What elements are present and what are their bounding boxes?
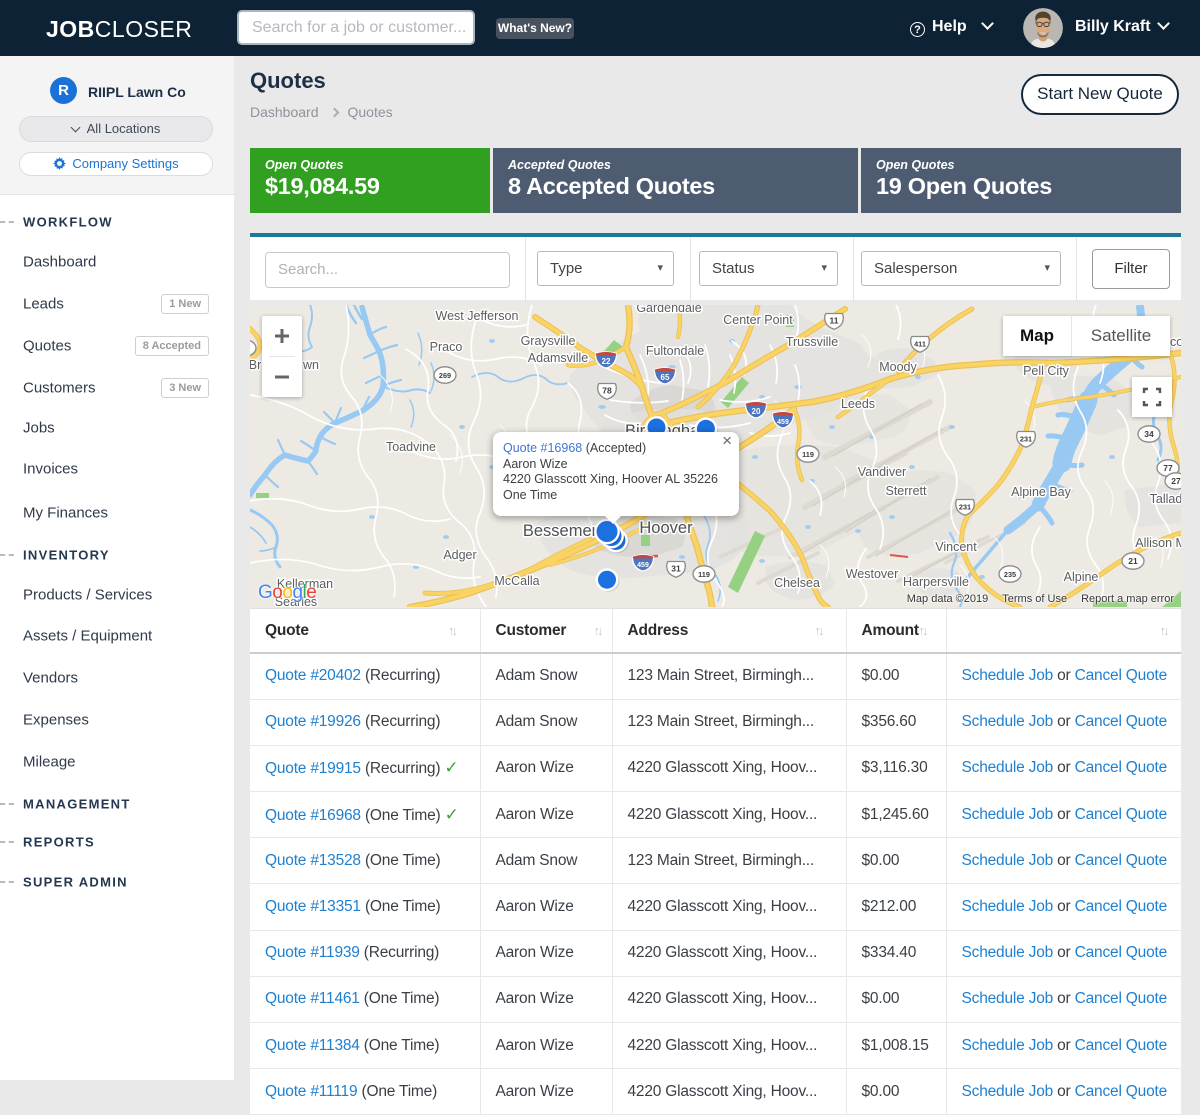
svg-text:Sterrett: Sterrett xyxy=(886,484,928,498)
svg-text:McCalla: McCalla xyxy=(494,574,539,588)
svg-text:Chelsea: Chelsea xyxy=(774,576,820,590)
svg-text:119: 119 xyxy=(802,450,814,459)
svg-text:Graysville: Graysville xyxy=(521,334,576,348)
svg-text:231: 231 xyxy=(1020,434,1032,443)
svg-text:22: 22 xyxy=(602,357,611,366)
svg-text:34: 34 xyxy=(1144,429,1154,439)
svg-text:411: 411 xyxy=(914,339,926,348)
svg-text:Adger: Adger xyxy=(443,548,476,562)
svg-text:Toadvine: Toadvine xyxy=(386,440,436,454)
svg-text:Alpine Bay: Alpine Bay xyxy=(1011,485,1072,499)
svg-text:Harpersville: Harpersville xyxy=(903,575,969,589)
svg-text:459: 459 xyxy=(637,562,649,569)
svg-text:Alpine: Alpine xyxy=(1064,570,1099,584)
svg-text:21: 21 xyxy=(1128,556,1138,566)
svg-text:Hoover: Hoover xyxy=(639,519,693,537)
svg-text:Pell City: Pell City xyxy=(1023,364,1070,378)
svg-text:77: 77 xyxy=(1163,463,1173,473)
svg-text:27: 27 xyxy=(1171,476,1181,486)
svg-text:Tallad: Tallad xyxy=(1150,492,1181,506)
svg-text:Trussville: Trussville xyxy=(786,335,838,349)
svg-text:Praco: Praco xyxy=(430,340,463,354)
svg-text:Gardendale: Gardendale xyxy=(636,305,701,315)
svg-text:459: 459 xyxy=(777,419,789,426)
svg-text:Westover: Westover xyxy=(846,567,899,581)
svg-text:235: 235 xyxy=(1004,570,1016,579)
svg-text:Center Point: Center Point xyxy=(723,313,793,327)
svg-text:wn: wn xyxy=(302,358,319,372)
svg-text:78: 78 xyxy=(602,385,612,395)
svg-text:Leeds: Leeds xyxy=(841,397,875,411)
svg-text:119: 119 xyxy=(698,570,710,579)
svg-text:231: 231 xyxy=(959,502,971,511)
svg-text:Vincent: Vincent xyxy=(935,540,977,554)
svg-text:65: 65 xyxy=(661,373,670,382)
svg-text:Moody: Moody xyxy=(879,360,917,374)
svg-text:Adamsville: Adamsville xyxy=(528,351,588,365)
svg-text:20: 20 xyxy=(752,407,761,416)
svg-text:Fultondale: Fultondale xyxy=(646,344,704,358)
svg-text:Vandiver: Vandiver xyxy=(858,465,906,479)
svg-text:West Jefferson: West Jefferson xyxy=(436,309,519,323)
svg-text:col: col xyxy=(1170,335,1181,349)
svg-text:Allison Mi: Allison Mi xyxy=(1135,536,1181,550)
svg-text:269: 269 xyxy=(439,371,451,380)
svg-text:Bessemer: Bessemer xyxy=(523,522,598,540)
svg-text:31: 31 xyxy=(671,563,681,573)
svg-text:11: 11 xyxy=(830,315,839,325)
svg-text:Br: Br xyxy=(250,358,261,372)
